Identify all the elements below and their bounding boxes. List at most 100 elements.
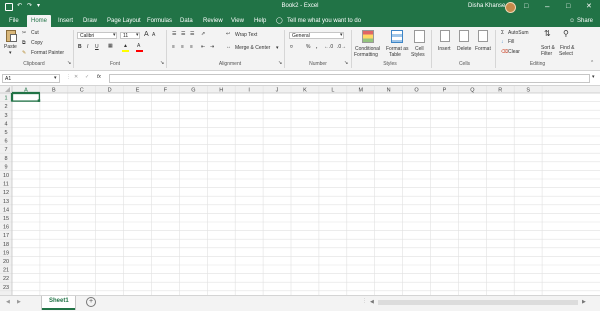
column-header-n[interactable]: N — [387, 88, 391, 94]
font-launcher-icon[interactable]: ↘ — [160, 60, 164, 66]
fill-handle[interactable] — [37, 99, 41, 102]
increase-indent-icon[interactable]: ⇥ — [210, 44, 214, 50]
number-format-dropdown-icon[interactable]: ▾ — [340, 32, 343, 38]
format-as-table-button-line2[interactable]: Table — [389, 52, 401, 58]
row-header-16[interactable]: 16 — [3, 225, 9, 231]
sheet-tab-sheet1[interactable]: Sheet1 — [42, 296, 75, 310]
save-icon[interactable] — [5, 3, 13, 11]
tab-review[interactable]: Review — [199, 15, 227, 27]
tab-home[interactable]: Home — [27, 15, 52, 27]
font-name-box[interactable]: Calibri — [77, 32, 117, 39]
format-painter-icon[interactable]: ✎ — [22, 50, 26, 56]
column-header-c[interactable]: C — [80, 88, 84, 94]
middle-align-icon[interactable]: ☰ — [181, 31, 185, 37]
clipboard-launcher-icon[interactable]: ↘ — [67, 60, 71, 66]
font-size-dropdown-icon[interactable]: ▾ — [136, 32, 139, 38]
scroll-handle-icon[interactable]: ⋮ — [362, 298, 367, 304]
underline-icon[interactable]: U — [95, 44, 99, 50]
cut-icon[interactable]: ✂ — [22, 30, 26, 36]
share-button[interactable]: Share — [573, 15, 597, 27]
tab-data[interactable]: Data — [176, 15, 197, 27]
name-box-dropdown-icon[interactable]: ▾ — [54, 75, 57, 81]
tab-page-layout[interactable]: Page Layout — [103, 15, 145, 27]
find-select-icon[interactable]: ⚲ — [563, 29, 569, 38]
delete-cells-icon[interactable] — [459, 30, 469, 42]
align-right-icon[interactable]: ≡ — [190, 44, 193, 50]
row-header-5[interactable]: 5 — [4, 130, 7, 136]
sort-filter-button-line2[interactable]: Filter — [541, 51, 552, 57]
format-cells-icon[interactable] — [478, 30, 488, 42]
decrease-font-icon[interactable]: A — [152, 32, 155, 38]
cell-grid[interactable]: A B C D E F G H I J K L M N O P Q R S123456789101112131415… — [0, 86, 600, 295]
insert-cells-button[interactable]: Insert — [438, 46, 451, 52]
row-header-4[interactable]: 4 — [4, 121, 7, 127]
row-header-2[interactable]: 2 — [4, 104, 7, 110]
column-header-d[interactable]: D — [108, 88, 112, 94]
tab-formulas[interactable]: Formulas — [143, 15, 176, 27]
column-header-s[interactable]: S — [526, 88, 530, 94]
selected-cell-a1[interactable] — [11, 92, 41, 102]
maximize-icon[interactable]: □ — [566, 0, 570, 13]
minimize-icon[interactable]: – — [545, 0, 549, 13]
row-header-22[interactable]: 22 — [3, 276, 9, 282]
decrease-decimal-icon[interactable]: .0→ — [337, 44, 346, 50]
format-as-table-icon[interactable] — [391, 30, 403, 43]
row-header-18[interactable]: 18 — [3, 242, 9, 248]
top-align-icon[interactable]: ☰ — [172, 31, 176, 37]
column-header-g[interactable]: G — [191, 88, 195, 94]
row-header-12[interactable]: 12 — [3, 190, 9, 196]
column-header-m[interactable]: M — [358, 88, 363, 94]
row-header-23[interactable]: 23 — [3, 285, 9, 291]
currency-icon[interactable]: ¤ — [290, 44, 293, 50]
row-header-8[interactable]: 8 — [4, 156, 7, 162]
autosum-button[interactable]: AutoSum — [508, 30, 529, 36]
fill-button[interactable]: Fill — [508, 39, 514, 45]
increase-font-icon[interactable]: A — [144, 31, 149, 38]
tab-help[interactable]: Help — [250, 15, 270, 27]
row-header-10[interactable]: 10 — [3, 173, 9, 179]
decrease-indent-icon[interactable]: ⇤ — [201, 44, 205, 50]
row-header-13[interactable]: 13 — [3, 199, 9, 205]
insert-cells-icon[interactable] — [440, 30, 450, 42]
font-color-icon[interactable]: A — [137, 43, 140, 49]
row-header-6[interactable]: 6 — [4, 139, 7, 145]
scroll-right-icon[interactable]: ▶ — [582, 299, 586, 305]
bottom-align-icon[interactable]: ☰ — [190, 31, 194, 37]
column-header-k[interactable]: K — [303, 88, 307, 94]
column-header-l[interactable]: L — [331, 88, 334, 94]
customize-toolbar-icon[interactable]: ▾ — [37, 0, 40, 13]
sort-filter-icon[interactable]: ⇅ — [544, 29, 551, 38]
comma-icon[interactable]: , — [316, 44, 317, 50]
conditional-formatting-icon[interactable] — [362, 30, 374, 43]
find-select-button-line2[interactable]: Select — [559, 51, 573, 57]
autosum-icon[interactable]: Σ — [501, 30, 504, 36]
conditional-formatting-button-line2[interactable]: Formatting — [354, 52, 378, 58]
column-header-q[interactable]: Q — [470, 88, 475, 94]
cell-styles-button-line2[interactable]: Styles — [411, 52, 425, 58]
borders-icon[interactable]: ▦ — [108, 43, 113, 49]
delete-cells-button[interactable]: Delete — [457, 46, 471, 52]
column-header-r[interactable]: R — [498, 88, 502, 94]
row-header-19[interactable]: 19 — [3, 250, 9, 256]
font-name-dropdown-icon[interactable]: ▾ — [113, 32, 116, 38]
merge-center-icon[interactable]: ↔ — [226, 44, 231, 50]
fill-icon[interactable]: ↓ — [501, 39, 504, 45]
wrap-text-icon[interactable]: ↩ — [226, 31, 230, 37]
undo-icon[interactable]: ↶ — [17, 0, 22, 13]
paste-dropdown-icon[interactable]: ▾ — [9, 50, 12, 56]
merge-dropdown-icon[interactable]: ▾ — [276, 45, 279, 51]
number-format-box[interactable]: General — [289, 32, 344, 39]
format-cells-button[interactable]: Format — [475, 46, 491, 52]
row-header-14[interactable]: 14 — [3, 207, 9, 213]
expand-formula-bar-icon[interactable]: ▾ — [592, 74, 595, 80]
tab-draw[interactable]: Draw — [79, 15, 101, 27]
close-icon[interactable]: ✕ — [586, 0, 592, 13]
row-header-11[interactable]: 11 — [3, 182, 9, 188]
avatar[interactable] — [505, 2, 516, 13]
clear-button[interactable]: Clear — [508, 49, 520, 55]
row-header-1[interactable]: 1 — [4, 96, 7, 102]
italic-icon[interactable]: I — [87, 44, 88, 50]
column-header-b[interactable]: B — [52, 88, 56, 94]
horizontal-scrollbar[interactable] — [378, 300, 578, 305]
merge-center-button[interactable]: Merge & Center — [235, 45, 270, 51]
